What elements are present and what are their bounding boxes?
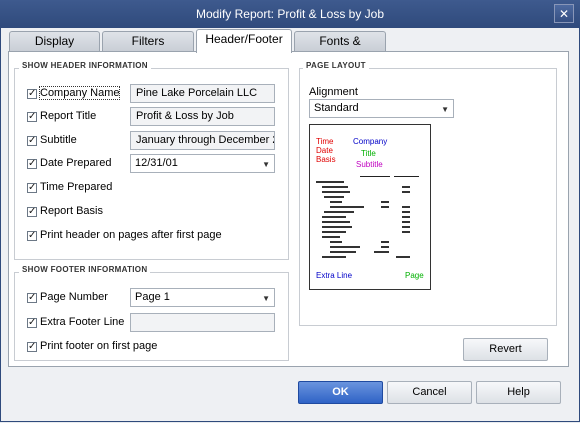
tab-display[interactable]: Display bbox=[9, 31, 100, 51]
print-footer-label: Print footer on first page bbox=[40, 340, 158, 352]
page-number-value: Page 1 bbox=[135, 291, 170, 303]
ok-button[interactable]: OK bbox=[298, 381, 383, 404]
preview-time: Time bbox=[316, 137, 334, 146]
preview-subtitle: Subtitle bbox=[356, 160, 383, 169]
print-footer-checkbox[interactable]: ✓ bbox=[27, 342, 37, 352]
report-basis-label: Report Basis bbox=[40, 205, 103, 217]
time-prepared-label: Time Prepared bbox=[40, 181, 113, 193]
extra-footer-checkbox[interactable]: ✓ bbox=[27, 318, 37, 328]
preview-title: Title bbox=[361, 149, 376, 158]
extra-footer-field[interactable] bbox=[130, 313, 275, 332]
chevron-down-icon: ▼ bbox=[262, 294, 270, 303]
footer-group-label: SHOW FOOTER INFORMATION bbox=[19, 265, 151, 274]
report-title-checkbox[interactable]: ✓ bbox=[27, 112, 37, 122]
window-title: Modify Report: Profit & Loss by Job bbox=[195, 7, 385, 21]
tab-fonts-numbers[interactable]: Fonts & Numbers bbox=[294, 31, 386, 67]
print-header-label: Print header on pages after first page bbox=[40, 229, 222, 241]
tab-header-footer[interactable]: Header/Footer bbox=[196, 29, 292, 53]
alignment-dropdown[interactable]: Standard ▼ bbox=[309, 99, 454, 118]
close-icon[interactable]: ✕ bbox=[554, 4, 574, 23]
page-number-label: Page Number bbox=[40, 291, 108, 303]
chevron-down-icon: ▼ bbox=[441, 105, 449, 114]
subtitle-label: Subtitle bbox=[40, 134, 77, 146]
preview-basis: Basis bbox=[316, 155, 336, 164]
preview-extra-line: Extra Line bbox=[316, 271, 353, 280]
time-prepared-checkbox[interactable]: ✓ bbox=[27, 183, 37, 193]
preview-date: Date bbox=[316, 146, 333, 155]
page-number-dropdown[interactable]: Page 1 ▼ bbox=[130, 288, 275, 307]
preview-page: Page bbox=[405, 271, 424, 280]
title-bar: Modify Report: Profit & Loss by Job ✕ bbox=[0, 0, 580, 29]
date-prepared-checkbox[interactable]: ✓ bbox=[27, 159, 37, 169]
extra-footer-label: Extra Footer Line bbox=[40, 316, 125, 328]
subtitle-checkbox[interactable]: ✓ bbox=[27, 136, 37, 146]
company-name-label: Company Name bbox=[38, 86, 121, 100]
tab-filters[interactable]: Filters bbox=[102, 31, 194, 51]
date-prepared-dropdown[interactable]: 12/31/01 ▼ bbox=[130, 154, 275, 173]
company-name-field[interactable]: Pine Lake Porcelain LLC bbox=[130, 84, 275, 103]
company-name-checkbox[interactable]: ✓ bbox=[27, 89, 37, 99]
report-title-field[interactable]: Profit & Loss by Job bbox=[130, 107, 275, 126]
cancel-button[interactable]: Cancel bbox=[387, 381, 472, 404]
alignment-value: Standard bbox=[314, 102, 359, 114]
alignment-label: Alignment bbox=[309, 86, 358, 98]
date-prepared-label: Date Prepared bbox=[40, 157, 112, 169]
revert-button[interactable]: Revert bbox=[463, 338, 548, 361]
layout-preview: Time Date Basis Company Title Subtitle E… bbox=[309, 124, 431, 290]
preview-company: Company bbox=[353, 137, 388, 146]
chevron-down-icon: ▼ bbox=[262, 160, 270, 169]
date-prepared-value: 12/31/01 bbox=[135, 157, 178, 169]
page-layout-label: PAGE LAYOUT bbox=[303, 61, 369, 70]
header-group-label: SHOW HEADER INFORMATION bbox=[19, 61, 151, 70]
page-number-checkbox[interactable]: ✓ bbox=[27, 293, 37, 303]
report-basis-checkbox[interactable]: ✓ bbox=[27, 207, 37, 217]
help-button[interactable]: Help bbox=[476, 381, 561, 404]
subtitle-field[interactable]: January through December 2... bbox=[130, 131, 275, 150]
report-title-label: Report Title bbox=[40, 110, 97, 122]
print-header-checkbox[interactable]: ✓ bbox=[27, 231, 37, 241]
